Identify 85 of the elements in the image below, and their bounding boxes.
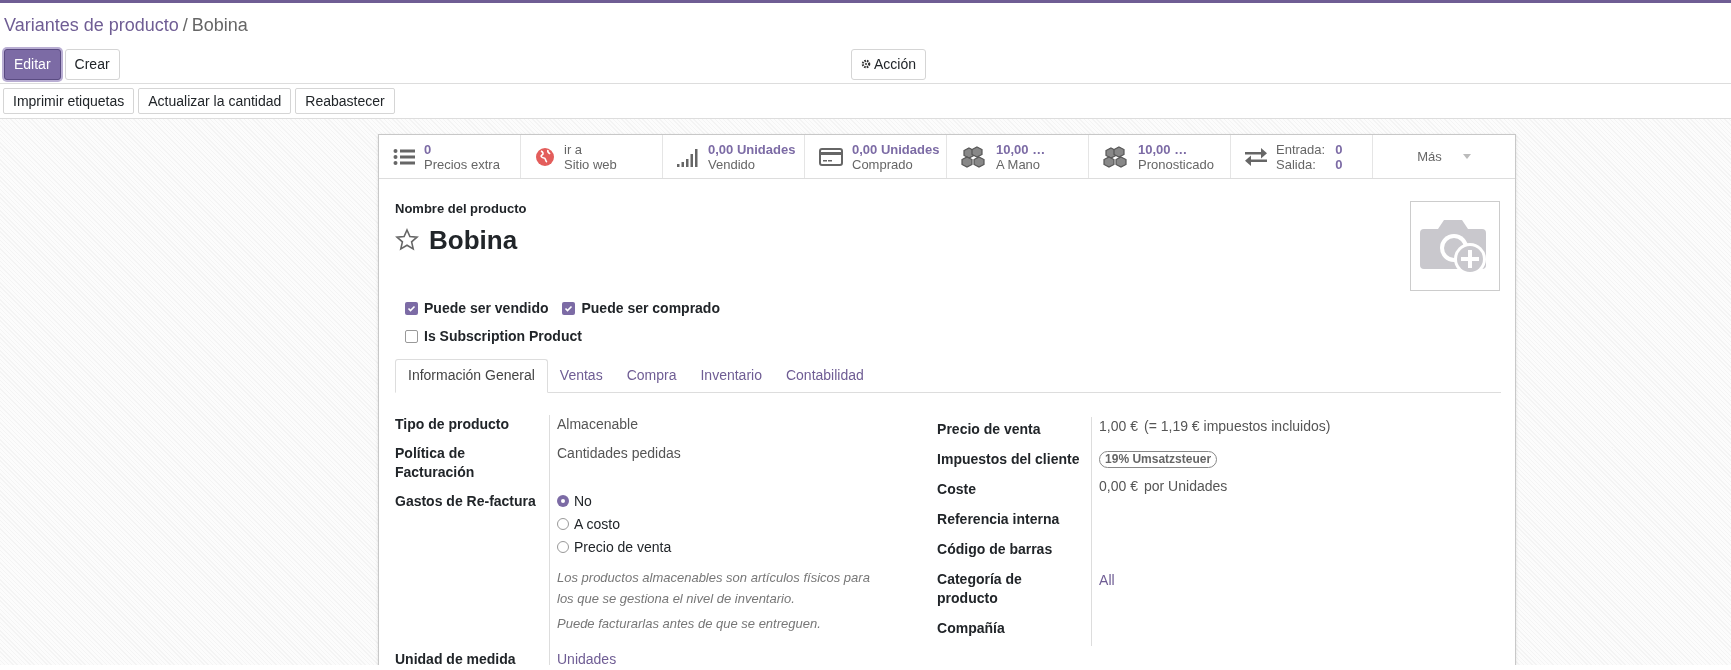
stat-value: 0: [1335, 141, 1343, 157]
create-button[interactable]: Crear: [64, 48, 120, 80]
stat-button[interactable]: Más: [1373, 135, 1515, 178]
globe-icon: [535, 146, 555, 167]
field-value-note: (= 1,19 € impuestos incluidos): [1144, 416, 1331, 436]
checkmark-icon: [407, 303, 416, 313]
stat-button[interactable]: 0 Precios extra: [379, 135, 521, 178]
radio-button[interactable]: [557, 541, 569, 553]
toolbar-button[interactable]: Reabastecer: [295, 88, 395, 114]
field-link[interactable]: All: [1099, 566, 1115, 590]
stat-value: ir a: [564, 141, 584, 157]
product-name: Bobina: [429, 223, 518, 257]
breadcrumb-link[interactable]: Variantes de producto: [4, 11, 179, 39]
stat-label: Comprado: [852, 156, 914, 172]
stat-button[interactable]: 10,00 … A Mano: [947, 135, 1089, 178]
field-value: Almacenable: [557, 415, 638, 432]
star-icon[interactable]: [395, 228, 419, 252]
toolbar-button[interactable]: Actualizar la cantidad: [138, 88, 292, 114]
edit-button[interactable]: Editar: [4, 48, 61, 80]
stat-value: 0: [1335, 156, 1343, 172]
stat-value: 0,00 Unidades: [852, 141, 940, 157]
tab[interactable]: Información General: [395, 358, 548, 393]
checkbox[interactable]: [405, 301, 418, 315]
field-label: Política de Facturación: [395, 443, 476, 482]
field-value: 1,00 €: [1099, 416, 1138, 436]
field-label: Referencia interna: [937, 509, 1061, 529]
checkbox-label: Puede ser comprado: [581, 298, 720, 318]
field-label: Nombre del producto: [395, 200, 528, 218]
radio-label: Precio de venta: [574, 537, 672, 557]
stat-label: Pronosticado: [1138, 156, 1214, 172]
exchange-arrows-icon: [1245, 147, 1267, 166]
action-button[interactable]: Acción: [851, 48, 927, 80]
field-link[interactable]: Unidades: [557, 650, 617, 665]
toolbar-button[interactable]: Imprimir etiquetas: [3, 88, 135, 114]
stat-value: 0,00 Unidades: [708, 141, 796, 157]
field-label: Precio de venta: [937, 419, 1042, 439]
tab[interactable]: Inventario: [688, 358, 774, 393]
stat-label: Salida:: [1276, 156, 1317, 172]
field-label: Impuestos del cliente: [937, 449, 1081, 469]
signal-bars-icon: [677, 146, 699, 167]
radio-button[interactable]: [557, 495, 569, 507]
field-label: Categoría de producto: [937, 569, 1023, 608]
checkbox[interactable]: [562, 301, 576, 315]
field-label: Unidad de medida: [395, 649, 517, 665]
tab[interactable]: Contabilidad: [773, 358, 876, 393]
field-label: Tipo de producto: [395, 414, 511, 434]
caret-icon: [1462, 154, 1471, 159]
checkbox-label: Puede ser vendido: [424, 298, 549, 318]
field-value: Cantidades pedidas: [557, 444, 681, 461]
stat-label: A Mano: [996, 156, 1042, 172]
stat-button[interactable]: 0,00 Unidades Comprado: [805, 135, 947, 178]
field-label: Código de barras: [937, 539, 1054, 559]
checkbox[interactable]: [405, 329, 418, 343]
field-label: Gastos de Re-factura: [395, 491, 537, 511]
credit-card-icon: [819, 147, 843, 166]
checkbox-label: Is Subscription Product: [424, 326, 582, 346]
stat-value: 0: [424, 141, 433, 157]
stat-button[interactable]: 10,00 … Pronosticado: [1089, 135, 1231, 178]
radio-button[interactable]: [557, 518, 569, 530]
cubes-icon: [1103, 145, 1129, 168]
stat-label: Sitio web: [564, 156, 617, 172]
stat-value: 10,00 …: [1138, 141, 1189, 157]
breadcrumb-separator: /: [182, 13, 188, 37]
field-value-note: por Unidades: [1144, 476, 1228, 496]
radio-label: A costo: [574, 514, 620, 534]
tab[interactable]: Ventas: [547, 358, 615, 393]
stat-label: Vendido: [708, 156, 756, 172]
field-label: Compañía: [937, 618, 1006, 638]
stat-label: Precios extra: [424, 156, 500, 172]
tab[interactable]: Compra: [614, 358, 689, 393]
help-text: Los productos almacenables son artículos físicos para los que se gestiona el nivel de inventario.: [557, 568, 871, 608]
stat-button[interactable]: ir a Sitio web: [521, 135, 663, 178]
cubes-icon: [961, 145, 987, 168]
breadcrumb-current: Bobina: [191, 13, 248, 37]
help-text: Puede facturarlas antes de que se entreguen.: [557, 614, 822, 633]
field-label: Coste: [937, 479, 977, 499]
radio-label: No: [574, 491, 592, 511]
stat-value: 10,00 …: [996, 141, 1046, 157]
checkmark-icon: [564, 303, 574, 313]
field-value: 0,00 €: [1099, 476, 1138, 496]
gear-icon: [861, 59, 871, 69]
stat-button[interactable]: 0,00 Unidades Vendido: [663, 135, 805, 178]
stat-button[interactable]: Entrada: 0 Salida: 0: [1231, 135, 1373, 178]
stat-label: Entrada:: [1276, 141, 1326, 157]
list-icon: [393, 147, 415, 166]
